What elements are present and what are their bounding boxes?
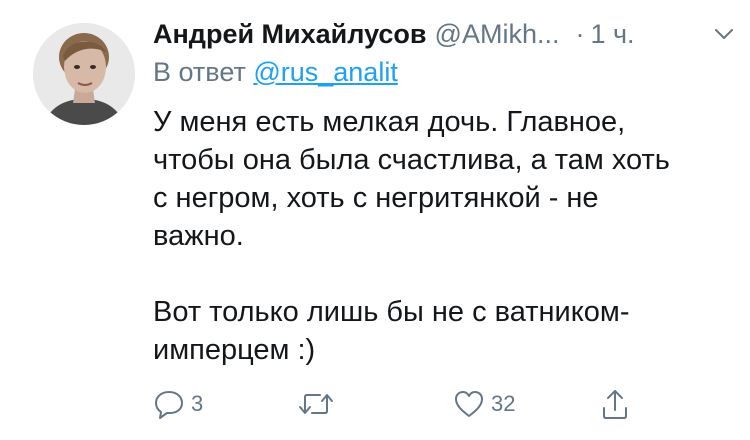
heart-icon (455, 391, 483, 417)
like-count: 32 (491, 391, 516, 416)
chevron-down-icon[interactable] (714, 27, 734, 41)
tweet-content: Андрей Михайлусов @AMikh... · 1 ч. В отв… (153, 14, 733, 369)
author-avatar[interactable] (33, 23, 135, 125)
retweet-button[interactable] (298, 386, 340, 422)
reply-prefix: В ответ (153, 57, 246, 87)
like-button[interactable]: 32 (453, 386, 515, 422)
share-button[interactable] (600, 386, 630, 422)
reply-context: В ответ @rus_analit (153, 54, 733, 90)
tweet[interactable]: Андрей Михайлусов @AMikh... · 1 ч. В отв… (0, 0, 750, 440)
author-handle[interactable]: @AMikh... (435, 14, 560, 54)
tweet-text: У меня есть мелкая дочь. Главное, чтобы … (153, 103, 673, 369)
tweet-paragraph: Вот только лишь бы не с ватником-имперце… (153, 296, 630, 366)
author-name[interactable]: Андрей Михайлусов (153, 14, 427, 54)
tweet-timestamp[interactable]: 1 ч. (590, 14, 634, 54)
reply-count: 3 (191, 391, 204, 416)
retweet-icon (299, 394, 333, 414)
avatar-photo (33, 23, 135, 125)
tweet-actions: 3 32 (153, 386, 673, 422)
share-icon (603, 390, 627, 419)
reply-icon (155, 391, 183, 419)
separator-dot: · (575, 19, 585, 49)
tweet-paragraph: У меня есть мелкая дочь. Главное, чтобы … (153, 106, 670, 252)
reply-button[interactable]: 3 (153, 386, 203, 422)
reply-mention-link[interactable]: @rus_analit (253, 57, 397, 87)
tweet-header: Андрей Михайлусов @AMikh... · 1 ч. (153, 14, 733, 54)
